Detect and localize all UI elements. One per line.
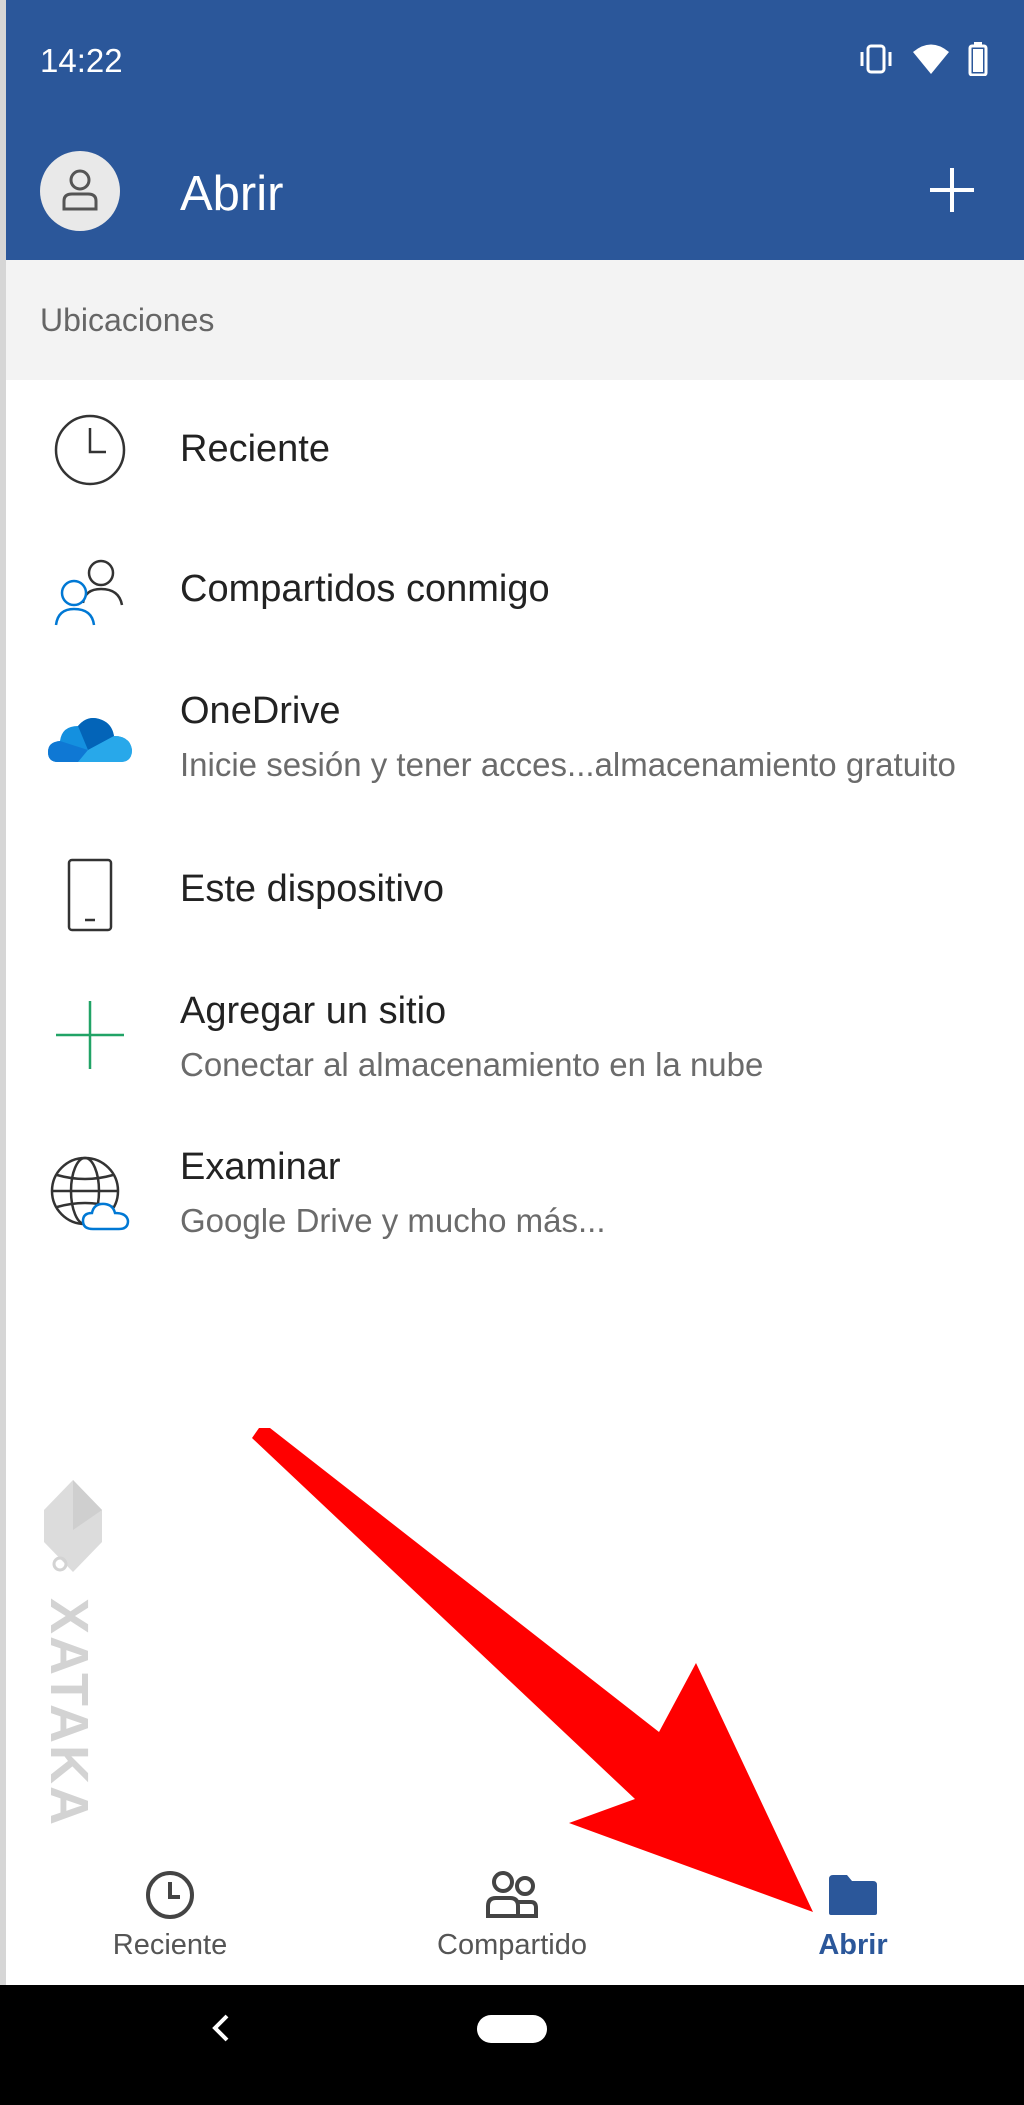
chevron-left-icon [209,2012,233,2049]
location-title: Este dispositivo [180,868,445,910]
location-item-compartidos[interactable]: Compartidos conmigo [0,520,1024,660]
location-title: Compartidos conmigo [180,568,550,610]
people-icon [484,1867,540,1923]
clock-icon [142,1867,198,1923]
globe-cloud-icon [40,1143,140,1243]
nav-tab-compartido[interactable]: Compartido [392,1845,632,1985]
clock-icon [40,400,140,500]
nav-tab-reciente[interactable]: Reciente [50,1845,290,1985]
status-time: 14:22 [40,42,123,79]
page-title: Abrir [180,167,284,221]
add-button[interactable] [920,160,984,224]
people-icon [40,540,140,640]
location-title: Reciente [180,428,330,470]
location-title: Agregar un sitio [180,990,447,1032]
folder-icon [825,1867,881,1923]
section-header-label: Ubicaciones [40,302,215,338]
home-button[interactable] [477,2015,547,2043]
onedrive-cloud-icon [40,690,140,790]
location-subtitle: Google Drive y mucho más... [180,1202,606,1239]
plus-icon [40,985,140,1085]
screen-left-edge [0,0,6,1985]
location-title: Examinar [180,1146,341,1188]
location-item-agregar-sitio[interactable]: Agregar un sitio Conectar al almacenamie… [0,970,1024,1110]
location-item-examinar[interactable]: Examinar Google Drive y mucho más... [0,1128,1024,1268]
location-item-onedrive[interactable]: OneDrive Inicie sesión y tener acces...a… [0,670,1024,810]
back-button[interactable] [196,2005,246,2055]
location-item-este-dispositivo[interactable]: Este dispositivo [0,820,1024,960]
location-subtitle: Inicie sesión y tener acces...almacenami… [180,746,956,783]
wifi-icon [912,43,950,75]
app-bar: 14:22 Abrir [0,0,1024,260]
watermark-logo-icon [38,1480,108,1585]
battery-icon [968,42,988,76]
status-icons [858,42,988,76]
avatar-button[interactable] [40,151,120,231]
system-nav-bar [0,1985,1024,2105]
person-icon [60,167,100,216]
plus-icon [928,166,976,219]
nav-tab-label: Compartido [437,1929,587,1961]
vibrate-icon [858,44,894,74]
location-subtitle: Conectar al almacenamiento en la nube [180,1046,764,1083]
section-header: Ubicaciones [0,260,1024,380]
nav-tab-label: Abrir [818,1929,888,1961]
location-title: OneDrive [180,690,341,732]
location-item-reciente[interactable]: Reciente [0,380,1024,520]
nav-tab-label: Reciente [112,1929,228,1961]
phone-icon [40,845,140,945]
nav-tab-abrir[interactable]: Abrir [733,1845,973,1985]
bottom-nav: Reciente Compartido Abrir [0,1845,1024,1985]
